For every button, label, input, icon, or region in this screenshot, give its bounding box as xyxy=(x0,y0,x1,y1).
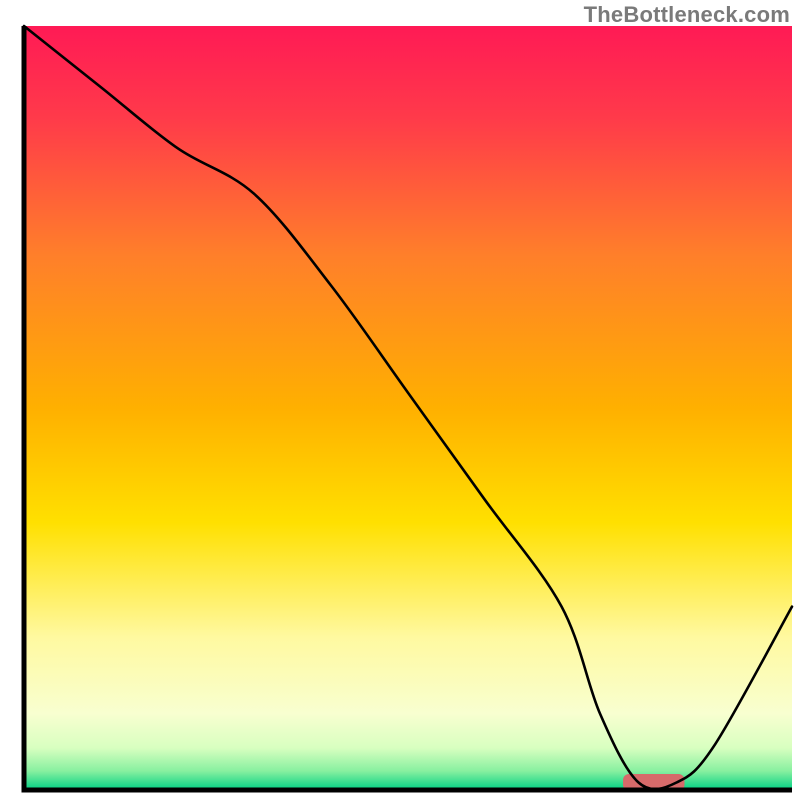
bottleneck-chart xyxy=(0,0,800,800)
watermark-text: TheBottleneck.com xyxy=(584,2,790,28)
chart-stage: TheBottleneck.com xyxy=(0,0,800,800)
